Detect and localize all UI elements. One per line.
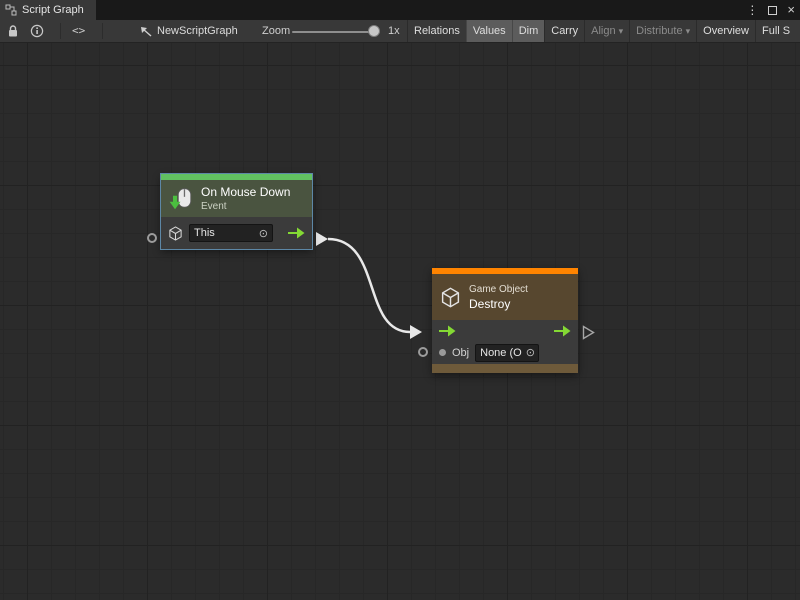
event-flow-output-port[interactable] bbox=[288, 227, 305, 239]
graph-canvas[interactable] bbox=[0, 43, 800, 600]
info-icon[interactable] bbox=[30, 24, 44, 38]
graph-pointer-icon bbox=[140, 26, 152, 37]
dim-button[interactable]: Dim bbox=[512, 20, 545, 42]
overview-label: Overview bbox=[703, 25, 749, 37]
mouse-down-icon bbox=[168, 186, 194, 212]
toolbar-separator bbox=[102, 23, 103, 39]
destroy-flow-input-port[interactable] bbox=[439, 325, 456, 337]
zoom-slider-knob[interactable] bbox=[368, 25, 380, 37]
zoom-slider-track[interactable] bbox=[292, 31, 380, 33]
distribute-label: Distribute bbox=[636, 25, 682, 37]
window-menu-icon[interactable]: ⋮ bbox=[746, 0, 758, 20]
destroy-obj-row: Obj None (O ⊙ bbox=[432, 341, 578, 364]
destroy-node-title: Destroy bbox=[469, 297, 528, 311]
destroy-obj-input-port[interactable] bbox=[418, 347, 428, 357]
overview-button[interactable]: Overview bbox=[696, 20, 755, 42]
destroy-node-category: Game Object bbox=[469, 284, 528, 295]
event-node-title: On Mouse Down bbox=[201, 185, 290, 199]
event-node-subtitle: Event bbox=[201, 201, 290, 212]
event-node-header: On Mouse Down Event bbox=[161, 180, 312, 217]
destroy-flow-row bbox=[432, 320, 578, 341]
destroy-node[interactable]: Game Object Destroy Obj None (O ⊙ bbox=[432, 268, 578, 373]
tab-bar: Script Graph ⋮ × bbox=[0, 0, 800, 20]
graph-toolbar: <> NewScriptGraph Zoom 1x Relations Valu… bbox=[0, 20, 800, 43]
destroy-output-hint-arrow bbox=[582, 325, 595, 340]
carry-button[interactable]: Carry bbox=[544, 20, 584, 42]
toolbar-separator bbox=[60, 23, 61, 39]
chevron-down-icon: ▾ bbox=[686, 26, 691, 36]
object-picker-icon[interactable]: ⊙ bbox=[259, 227, 268, 240]
zoom-value: 1x bbox=[388, 20, 400, 42]
relations-button[interactable]: Relations bbox=[407, 20, 466, 42]
close-icon[interactable]: × bbox=[787, 0, 795, 20]
on-mouse-down-node[interactable]: On Mouse Down Event This ⊙ bbox=[161, 174, 312, 249]
obj-value-field[interactable]: None (O ⊙ bbox=[475, 344, 539, 362]
game-object-cube-icon bbox=[168, 226, 183, 241]
graph-name-breadcrumb[interactable]: NewScriptGraph bbox=[157, 20, 238, 42]
obj-value-text: None (O bbox=[480, 347, 522, 359]
script-graph-window: Script Graph ⋮ × <> NewScriptGraph Zoom bbox=[0, 0, 800, 600]
chevron-down-icon: ▾ bbox=[619, 26, 624, 36]
tab-script-graph[interactable]: Script Graph bbox=[0, 0, 96, 20]
obj-value-port-dot[interactable] bbox=[439, 349, 446, 356]
tab-label: Script Graph bbox=[22, 4, 84, 16]
values-button[interactable]: Values bbox=[466, 20, 512, 42]
align-label: Align bbox=[591, 25, 615, 37]
destroy-node-footer bbox=[432, 364, 578, 373]
zoom-label: Zoom bbox=[262, 20, 290, 42]
object-picker-icon[interactable]: ⊙ bbox=[526, 346, 535, 359]
destroy-flow-output-port[interactable] bbox=[554, 325, 571, 337]
event-target-field[interactable]: This ⊙ bbox=[189, 224, 273, 242]
event-target-value: This bbox=[194, 227, 215, 239]
window-controls: ⋮ × bbox=[746, 0, 795, 20]
fullscreen-label: Full S bbox=[762, 25, 790, 37]
code-view-icon[interactable]: <> bbox=[72, 20, 85, 42]
carry-label: Carry bbox=[551, 25, 578, 37]
distribute-dropdown[interactable]: Distribute ▾ bbox=[629, 20, 696, 42]
dim-label: Dim bbox=[519, 25, 539, 37]
maximize-icon[interactable] bbox=[768, 6, 777, 15]
event-node-titles: On Mouse Down Event bbox=[201, 185, 290, 212]
align-dropdown[interactable]: Align ▾ bbox=[584, 20, 629, 42]
toolbar-buttons: Relations Values Dim Carry Align ▾ Distri… bbox=[407, 20, 800, 42]
script-graph-tab-icon bbox=[5, 4, 17, 16]
event-target-input-port[interactable] bbox=[147, 233, 157, 243]
lock-icon[interactable] bbox=[7, 25, 19, 38]
event-node-body: This ⊙ bbox=[161, 217, 312, 249]
relations-label: Relations bbox=[414, 25, 460, 37]
game-object-cube-icon bbox=[440, 287, 461, 308]
destroy-node-titles: Game Object Destroy bbox=[469, 284, 528, 311]
values-label: Values bbox=[473, 25, 506, 37]
fullscreen-button[interactable]: Full S bbox=[755, 20, 796, 42]
destroy-node-header: Game Object Destroy bbox=[432, 274, 578, 320]
obj-arg-label: Obj bbox=[452, 347, 469, 359]
